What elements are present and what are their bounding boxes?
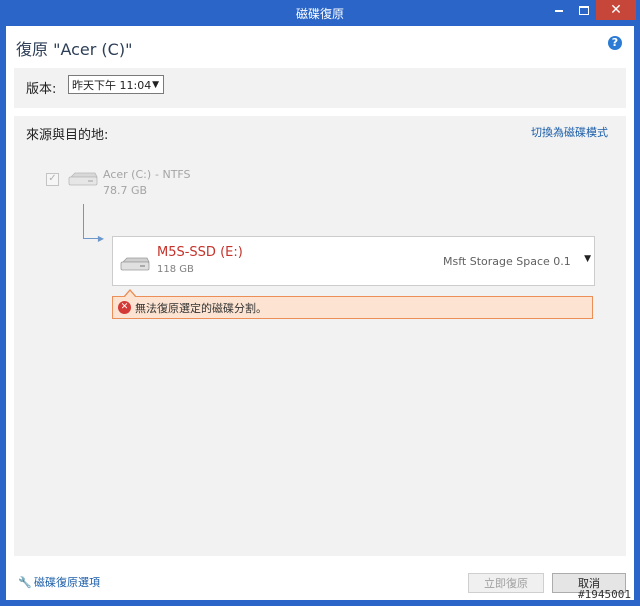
page-title: 復原 "Acer (C)" [16,40,133,59]
version-bar: 版本: 昨天下午 11:04 ▼ [14,68,626,108]
mapping-connector: ▶ [83,204,104,243]
switch-to-disk-mode-link[interactable]: 切換為磁碟模式 [531,124,608,140]
watermark: #1945001 [578,588,631,601]
dialog-body: 復原 "Acer (C)" ? 版本: 昨天下午 11:04 ▼ 來源與目的地:… [6,26,634,600]
close-button[interactable]: ✕ [596,0,636,20]
app-window: 磁碟復原 ✕ 復原 "Acer (C)" ? 版本: 昨天下午 11:04 ▼ … [0,0,640,606]
source-name: Acer (C:) [103,168,152,181]
options-link-label: 磁碟復原選項 [34,576,100,589]
callout-pointer-fill [124,291,136,298]
dialog-footer: 🔧 磁碟復原選項 立即復原 取消 [6,566,634,600]
maximize-icon [579,6,589,15]
source-size: 78.7 GB [103,184,148,197]
error-icon: ✕ [118,301,131,314]
destination-partition-select[interactable]: M5S-SSD (E:) 118 GB Msft Storage Space 0… [112,236,595,286]
source-filesystem: - NTFS [155,168,191,181]
recover-now-button[interactable]: 立即復原 [468,573,544,593]
destination-size: 118 GB [157,264,194,275]
hard-drive-icon [120,257,150,271]
minimize-button[interactable] [546,0,572,20]
source-checkbox[interactable]: ✓ [46,173,59,186]
chevron-down-icon: ▼ [152,80,159,90]
error-text: 無法復原選定的磁碟分割。 [135,302,267,315]
hard-drive-icon [68,172,98,186]
version-select[interactable]: 昨天下午 11:04 ▼ [68,75,164,94]
close-icon: ✕ [610,2,622,18]
source-partition: ✓ Acer (C:) - NTFS 78.7 GB [46,168,306,208]
version-label: 版本: [26,82,57,97]
help-icon[interactable]: ? [608,36,622,50]
error-message-box: ✕ 無法復原選定的磁碟分割。 [112,289,593,319]
minimize-icon [555,9,563,12]
wrench-icon: 🔧 [18,576,32,589]
disk-recovery-options-link[interactable]: 🔧 磁碟復原選項 [18,574,100,590]
title-bar: 磁碟復原 ✕ [0,0,640,26]
maximize-button[interactable] [572,0,596,20]
version-selected-value: 昨天下午 11:04 [72,79,152,92]
source-destination-panel: 來源與目的地: 切換為磁碟模式 ✓ Acer (C:) - NTFS 78.7 … [14,116,626,556]
dropdown-arrow-icon[interactable]: ▼ [584,254,591,264]
section-title: 來源與目的地: [26,128,109,143]
destination-type: Msft Storage Space 0.1 [443,255,571,268]
destination-name: M5S-SSD (E:) [157,245,243,260]
window-title: 磁碟復原 [295,7,344,21]
dialog-header: 復原 "Acer (C)" ? [6,26,634,68]
connector-arrow-icon: ▶ [97,234,104,243]
